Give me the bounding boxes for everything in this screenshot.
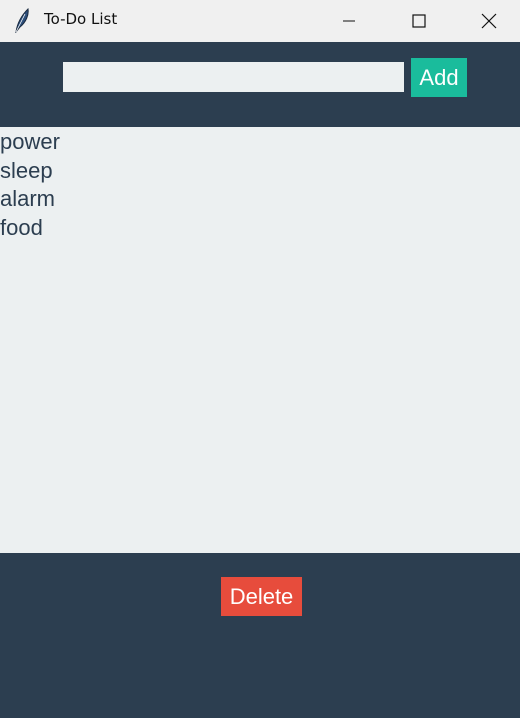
list-item[interactable]: sleep [0, 157, 520, 186]
delete-button[interactable]: Delete [221, 577, 302, 616]
task-listbox[interactable]: power sleep alarm food [0, 127, 520, 553]
list-item[interactable]: alarm [0, 185, 520, 214]
close-button[interactable] [466, 0, 512, 42]
minimize-icon [343, 20, 355, 22]
close-icon [481, 13, 497, 29]
maximize-button[interactable] [396, 0, 442, 42]
feather-icon [12, 7, 32, 34]
list-item[interactable]: power [0, 128, 520, 157]
minimize-button[interactable] [326, 0, 372, 42]
maximize-icon [412, 14, 426, 28]
window-title: To-Do List [44, 10, 118, 28]
app-window: To-Do List Add power sleep alarm food De… [0, 0, 520, 718]
title-bar: To-Do List [0, 0, 520, 42]
task-input[interactable] [63, 62, 404, 92]
add-button[interactable]: Add [411, 58, 467, 97]
list-item[interactable]: food [0, 214, 520, 243]
